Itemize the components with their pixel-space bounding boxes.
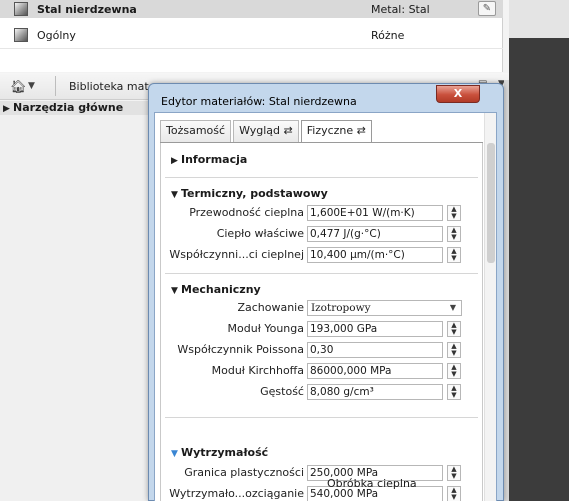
material-name: Stal nierdzewna [37,2,137,16]
section-mechanical-header[interactable]: ▼ Mechaniczny [171,283,261,296]
material-swatch-icon [14,2,28,16]
youngs-modulus-field[interactable]: 193,000 GPa [307,321,443,337]
breadcrumb-chevron-icon [40,76,56,96]
dialog-scrollbar[interactable] [484,113,496,501]
expanded-triangle-icon: ▼ [171,286,178,296]
background-light-area [509,0,569,38]
behaviour-label: Zachowanie [237,301,304,314]
expanded-triangle-icon: ▼ [171,190,178,200]
material-row-generic[interactable]: Ogólny Różne [0,24,503,46]
spinner-icon[interactable]: ▲ ▼ [447,321,461,337]
dropdown-caret-icon[interactable]: ▼ [28,81,35,91]
behaviour-value: Izotropowy [311,302,371,314]
scrollbar-thumb[interactable] [487,143,495,263]
material-swatch-icon [14,28,28,42]
density-label: Gęstość [260,385,304,398]
tab-bar: Tożsamość Wygląd ⇄ Fizyczne ⇄ [160,120,374,143]
pencil-edit-icon[interactable]: ✎ [478,1,496,16]
list-divider [0,48,503,49]
material-editor-dialog: Edytor materiałów: Stal nierdzewna X Toż… [148,83,504,501]
section-strength-label: Wytrzymałość [181,446,269,459]
material-row-stainless[interactable]: Stal nierdzewna Metal: Stal ✎ [0,0,503,18]
physical-properties-panel: ▶ Informacja ▼ Termiczny, podstawowy Przew… [160,143,483,501]
section-info-header[interactable]: ▶ Informacja [171,153,247,166]
spinner-icon[interactable]: ▲ ▼ [447,486,461,501]
tree-header-label: Narzędzia główne [13,101,124,114]
section-divider [165,417,478,418]
tab-identity[interactable]: Tożsamość [160,120,232,142]
poisson-ratio-label: Współczynnik Poissona [177,343,304,356]
chevron-down-icon: ▼ [449,303,456,312]
home-icon[interactable]: 🏠︎ [10,80,27,95]
window-edge [504,80,509,501]
breadcrumb-library-link[interactable]: Biblioteka mater [69,80,160,93]
poisson-ratio-field[interactable]: 0,30 [307,342,443,358]
thermal-expansion-label: Współczynni...ci cieplnej [169,248,304,261]
spinner-icon[interactable]: ▲ ▼ [447,247,461,263]
collapsed-triangle-icon: ▶ [171,156,178,166]
density-field[interactable]: 8,080 g/cm³ [307,384,443,400]
tensile-strength-label: Wytrzymało...ozciąganie [169,487,304,500]
material-category: Metal: Stal [371,2,430,16]
yield-strength-label: Granica plastyczności [184,466,304,479]
spinner-icon[interactable]: ▲ ▼ [447,342,461,358]
material-list: Stal nierdzewna Metal: Stal ✎ Ogólny Róż… [0,0,503,72]
heat-treatment-label: Obróbka cieplna [327,477,417,490]
shear-modulus-field[interactable]: 86000,000 MPa [307,363,443,379]
specific-heat-label: Ciepło właściwe [216,227,304,240]
tab-physical[interactable]: Fizyczne ⇄ [300,120,372,143]
section-divider [165,273,478,274]
specific-heat-field[interactable]: 0,477 J/(g·°C) [307,226,443,242]
shear-modulus-label: Moduł Kirchhoffa [211,364,304,377]
spinner-icon[interactable]: ▲ ▼ [447,363,461,379]
section-strength-header[interactable]: ▼ Wytrzymałość [171,446,268,459]
spinner-icon[interactable]: ▲ ▼ [447,205,461,221]
spinner-icon[interactable]: ▲ ▼ [447,226,461,242]
tree-header[interactable]: ▶ Narzędzia główne [0,101,155,115]
thermal-conductivity-label: Przewodność cieplna [189,206,304,219]
section-thermal-header[interactable]: ▼ Termiczny, podstawowy [171,187,328,200]
tab-appearance[interactable]: Wygląd ⇄ [233,120,299,142]
dialog-body: Tożsamość Wygląd ⇄ Fizyczne ⇄ ▶ Informacj… [154,112,497,501]
spinner-icon[interactable]: ▲ ▼ [447,465,461,481]
behaviour-select[interactable]: Izotropowy ▼ [307,300,462,316]
background-dark-area [509,0,569,501]
section-mechanical-label: Mechaniczny [181,283,261,296]
spinner-icon[interactable]: ▲ ▼ [447,384,461,400]
dialog-title: Edytor materiałów: Stal nierdzewna [161,95,357,108]
section-info-label: Informacja [181,153,248,166]
expanded-triangle-icon: ▼ [171,449,178,459]
library-tree-panel: ▶ Narzędzia główne [0,101,155,501]
youngs-modulus-label: Moduł Younga [227,322,304,335]
section-divider [165,177,478,178]
expand-triangle-icon[interactable]: ▶ [3,102,13,116]
material-name: Ogólny [37,28,76,42]
close-button[interactable]: X [436,85,480,103]
thermal-expansion-field[interactable]: 10,400 µm/(m·°C) [307,247,443,263]
section-thermal-label: Termiczny, podstawowy [181,187,328,200]
thermal-conductivity-field[interactable]: 1,600E+01 W/(m·K) [307,205,443,221]
material-category: Różne [371,28,405,42]
